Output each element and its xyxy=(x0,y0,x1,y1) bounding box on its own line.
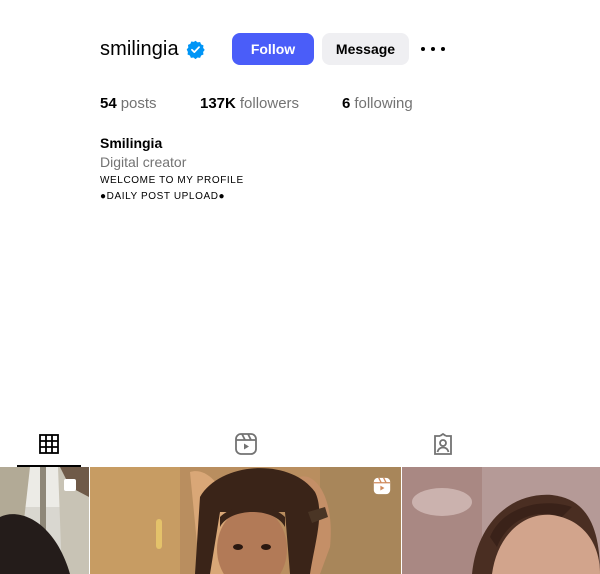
posts-stat[interactable]: 54 posts xyxy=(100,95,157,112)
post-thumbnail[interactable] xyxy=(90,467,401,574)
followers-label: followers xyxy=(239,95,300,112)
profile-category: Digital creator xyxy=(100,154,187,170)
following-count: 6 xyxy=(342,95,351,112)
reels-icon xyxy=(235,432,257,460)
reel-badge-icon xyxy=(373,477,391,495)
following-stat[interactable]: 6 following xyxy=(342,95,413,112)
grid-icon xyxy=(39,433,59,459)
follow-button[interactable]: Follow xyxy=(232,33,314,65)
tab-posts[interactable] xyxy=(17,425,81,467)
profile-header: smilingia xyxy=(100,33,205,65)
profile-bio: Smilingia Digital creator WELCOME TO MY … xyxy=(100,134,244,205)
carousel-icon xyxy=(63,478,77,492)
followers-stat[interactable]: 137K followers xyxy=(200,95,299,112)
message-button[interactable]: Message xyxy=(322,33,409,65)
tagged-icon xyxy=(432,432,454,460)
posts-label: posts xyxy=(120,95,157,112)
tab-tagged[interactable] xyxy=(411,425,475,467)
bio-line-welcome: WELCOME TO MY PROFILE xyxy=(100,175,244,186)
bio-line-upload: ●DAILY POST UPLOAD● xyxy=(100,191,226,202)
profile-display-name: Smilingia xyxy=(100,135,163,151)
post-thumbnail[interactable] xyxy=(402,467,600,574)
followers-count: 137K xyxy=(200,95,236,112)
profile-username: smilingia xyxy=(100,37,179,60)
posts-grid xyxy=(0,467,600,574)
posts-count: 54 xyxy=(100,95,117,112)
more-options-icon[interactable] xyxy=(421,40,445,58)
following-label: following xyxy=(354,95,413,112)
post-thumbnail[interactable] xyxy=(0,467,89,574)
verified-badge-icon xyxy=(186,40,205,59)
profile-tabs xyxy=(0,425,600,467)
tab-reels[interactable] xyxy=(214,425,278,467)
